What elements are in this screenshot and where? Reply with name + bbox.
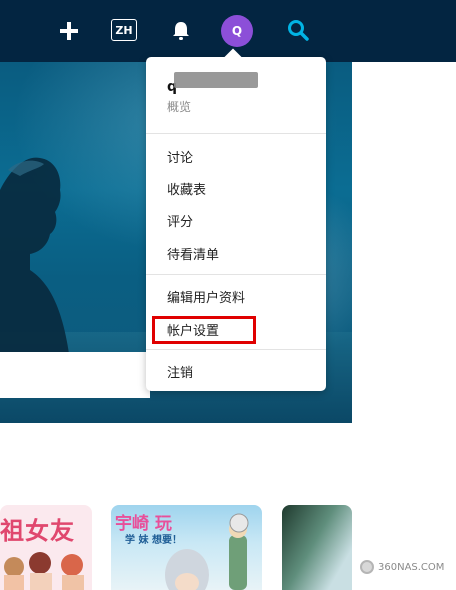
menu-item-watchlist[interactable]: 待看清单 [167,244,219,263]
poster-card[interactable] [282,505,352,590]
poster-subtitle: 学 妹 想要！ [125,535,182,546]
poster-card[interactable]: 宇崎 玩 学 妹 想要！ [111,505,262,590]
menu-item-discussions[interactable]: 讨论 [167,147,193,166]
menu-divider [146,274,326,275]
avatar-initial: Q [231,24,243,38]
search-icon[interactable] [286,18,310,42]
menu-overview-link[interactable]: 概览 [167,98,191,115]
plus-icon[interactable] [58,20,80,42]
poster-card[interactable]: 祖女友 [0,505,92,590]
watermark-logo-icon [360,560,374,574]
hero-character-silhouette [0,157,70,360]
hero-overlay-panel [0,352,150,398]
language-button[interactable]: ZH [111,19,137,41]
bell-icon[interactable] [170,19,192,43]
watermark-text: 360NAS.COM [378,561,445,573]
poster-artwork [4,552,84,590]
menu-divider [146,349,326,350]
menu-divider [146,133,326,134]
menu-item-edit-profile[interactable]: 编辑用户资料 [167,287,245,306]
username-redaction [174,72,258,88]
avatar[interactable]: Q [221,15,253,47]
highlight-box [152,316,256,344]
menu-item-logout[interactable]: 注销 [167,362,193,381]
account-dropdown-menu: q 概览 讨论 收藏表 评分 待看清单 编辑用户资料 帐户设置 注销 [146,48,326,391]
menu-item-ratings[interactable]: 评分 [167,211,193,230]
language-code: ZH [115,23,133,37]
watermark: 360NAS.COM [360,560,444,574]
menu-item-lists[interactable]: 收藏表 [167,179,206,198]
